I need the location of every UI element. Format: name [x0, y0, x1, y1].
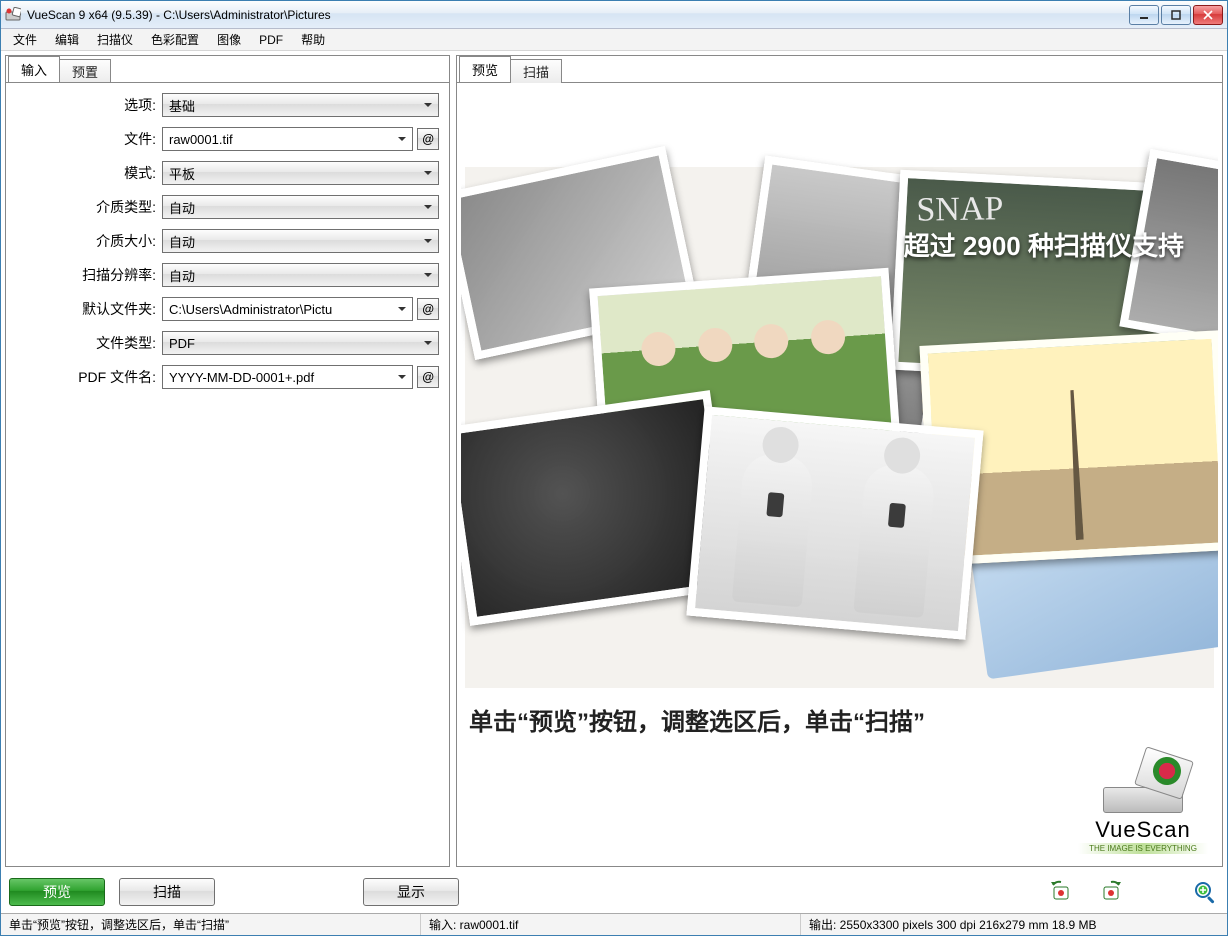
menu-scanner[interactable]: 扫描仪 [89, 29, 141, 50]
status-output: 输出: 2550x3300 pixels 300 dpi 216x279 mm … [801, 914, 1227, 935]
show-button[interactable]: 显示 [363, 878, 459, 906]
tab-presets[interactable]: 预置 [59, 59, 111, 83]
rotate-left-icon[interactable] [1047, 878, 1075, 906]
settings-panel: 输入 预置 选项: 基础 文件: raw0001.tif @ [5, 55, 450, 867]
splash-instruction: 单击“预览”按钮，调整选区后，单击“扫描” [461, 692, 1218, 737]
row-resolution: 扫描分辨率: 自动 [12, 263, 439, 287]
snap-text: SNAP [916, 190, 1004, 230]
preview-tabs: 预览 扫描 [457, 56, 1222, 82]
menu-file[interactable]: 文件 [5, 29, 45, 50]
row-options: 选项: 基础 [12, 93, 439, 117]
browse-file-button[interactable]: @ [417, 128, 439, 150]
menu-pdf[interactable]: PDF [251, 31, 291, 49]
rotate-right-icon[interactable] [1097, 878, 1125, 906]
row-file: 文件: raw0001.tif @ [12, 127, 439, 151]
label-pdf-name: PDF 文件名: [12, 367, 162, 387]
row-media-type: 介质类型: 自动 [12, 195, 439, 219]
settings-tabs: 输入 预置 [6, 56, 449, 82]
status-hint: 单击“预览”按钮，调整选区后，单击“扫描” [1, 914, 421, 935]
input-default-dir[interactable]: C:\Users\Administrator\Pictu [162, 297, 413, 321]
maximize-button[interactable] [1161, 5, 1191, 25]
window-buttons [1129, 5, 1223, 25]
menu-help[interactable]: 帮助 [293, 29, 333, 50]
settings-body: 选项: 基础 文件: raw0001.tif @ 模式: 平板 [6, 82, 449, 866]
label-mode: 模式: [12, 163, 162, 183]
preview-panel: 预览 扫描 SNAP [456, 55, 1223, 867]
menu-edit[interactable]: 编辑 [47, 29, 87, 50]
label-default-dir: 默认文件夹: [12, 299, 162, 319]
window-title: VueScan 9 x64 (9.5.39) - C:\Users\Admini… [27, 8, 1129, 22]
browse-dir-button[interactable]: @ [417, 298, 439, 320]
label-options: 选项: [12, 95, 162, 115]
label-resolution: 扫描分辨率: [12, 265, 162, 285]
combo-resolution[interactable]: 自动 [162, 263, 439, 287]
combo-options[interactable]: 基础 [162, 93, 439, 117]
combo-media-size[interactable]: 自动 [162, 229, 439, 253]
logo-tagline: THE IMAGE IS EVERYTHING [1078, 843, 1208, 854]
row-file-type: 文件类型: PDF [12, 331, 439, 355]
title-bar: VueScan 9 x64 (9.5.39) - C:\Users\Admini… [1, 1, 1227, 29]
combo-mode[interactable]: 平板 [162, 161, 439, 185]
scan-button[interactable]: 扫描 [119, 878, 215, 906]
row-default-dir: 默认文件夹: C:\Users\Administrator\Pictu @ [12, 297, 439, 321]
label-media-type: 介质类型: [12, 197, 162, 217]
app-icon [5, 7, 21, 23]
close-button[interactable] [1193, 5, 1223, 25]
minimize-button[interactable] [1129, 5, 1159, 25]
row-mode: 模式: 平板 [12, 161, 439, 185]
menu-bar: 文件 编辑 扫描仪 色彩配置 图像 PDF 帮助 [1, 29, 1227, 51]
photo-twins [686, 406, 983, 640]
tab-preview[interactable]: 预览 [459, 56, 511, 82]
client-area: 输入 预置 选项: 基础 文件: raw0001.tif @ [1, 51, 1227, 871]
input-file[interactable]: raw0001.tif [162, 127, 413, 151]
label-file-type: 文件类型: [12, 333, 162, 353]
browse-pdf-button[interactable]: @ [417, 366, 439, 388]
row-pdf-name: PDF 文件名: YYYY-MM-DD-0001+.pdf @ [12, 365, 439, 389]
label-file: 文件: [12, 129, 162, 149]
menu-color[interactable]: 色彩配置 [143, 29, 207, 50]
preview-button[interactable]: 预览 [9, 878, 105, 906]
status-input: 输入: raw0001.tif [421, 914, 801, 935]
preview-body: SNAP 超过 2900 种扫描仪支持 [457, 82, 1222, 866]
label-media-size: 介质大小: [12, 231, 162, 251]
input-pdf-name[interactable]: YYYY-MM-DD-0001+.pdf [162, 365, 413, 389]
logo-brand-text: VueScan [1078, 817, 1208, 843]
splash-headline: 超过 2900 种扫描仪支持 [904, 226, 1184, 263]
settings-form: 选项: 基础 文件: raw0001.tif @ 模式: 平板 [6, 83, 449, 866]
logo-scanner-icon [1103, 759, 1183, 813]
preview-canvas: SNAP 超过 2900 种扫描仪支持 [461, 87, 1218, 862]
kids-faces [629, 317, 858, 367]
status-bar: 单击“预览”按钮，调整选区后，单击“扫描” 输入: raw0001.tif 输出… [1, 913, 1227, 935]
twins-figures [706, 425, 964, 620]
combo-file-type[interactable]: PDF [162, 331, 439, 355]
tab-scan[interactable]: 扫描 [510, 59, 562, 83]
splash-collage: SNAP 超过 2900 种扫描仪支持 [465, 167, 1214, 688]
menu-image[interactable]: 图像 [209, 29, 249, 50]
button-bar: 预览 扫描 显示 [1, 871, 1227, 913]
combo-media-type[interactable]: 自动 [162, 195, 439, 219]
zoom-in-icon[interactable] [1191, 878, 1219, 906]
app-window: VueScan 9 x64 (9.5.39) - C:\Users\Admini… [0, 0, 1228, 936]
collage-inner: SNAP 超过 2900 种扫描仪支持 [465, 218, 1214, 638]
vuescan-logo: VueScan THE IMAGE IS EVERYTHING [1078, 759, 1208, 854]
tab-input[interactable]: 输入 [8, 56, 60, 82]
row-media-size: 介质大小: 自动 [12, 229, 439, 253]
